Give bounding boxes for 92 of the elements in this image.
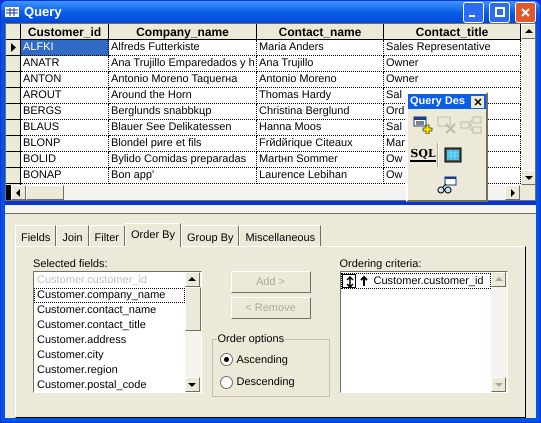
criteria-text: Customer.customer_id <box>372 274 484 289</box>
list-item[interactable]: Customer.address <box>34 333 184 348</box>
table-cross-icon <box>437 116 457 134</box>
table-cell: Alfreds Futterkiste <box>109 40 257 56</box>
sql-label: SQL <box>410 148 436 162</box>
table-cell: Hanna Moos <box>257 120 384 136</box>
row-selector[interactable] <box>6 120 21 136</box>
radio-label: Ascending <box>236 352 288 368</box>
list-item[interactable]: Customer.contact_name <box>34 303 184 318</box>
row-selector[interactable] <box>6 56 21 72</box>
row-selector[interactable] <box>6 104 21 120</box>
row-selector[interactable] <box>6 152 21 168</box>
table-cell: Blondel pиre et fils <box>109 136 257 152</box>
current-row-icon <box>10 43 16 52</box>
scrollbar-thumb[interactable] <box>26 185 64 200</box>
corner-header <box>6 24 21 40</box>
table-plus-icon <box>413 116 433 134</box>
list-label: Selected fields: <box>33 257 109 271</box>
table-cell: BOLID <box>21 152 109 168</box>
table-cell: Berglunds snabbkцp <box>109 104 257 120</box>
ordering-criteria-list[interactable]: Customer.customer_id <box>340 271 508 393</box>
table-cell: Frйdйrique Citeaux <box>257 136 384 152</box>
scroll-right-button[interactable] <box>505 185 520 200</box>
tab[interactable]: Fields <box>15 225 56 246</box>
scroll-left-button[interactable] <box>11 185 26 200</box>
table-cell: Around the Horn <box>109 88 257 104</box>
tab[interactable]: Join <box>56 225 89 246</box>
tab[interactable]: Group By <box>181 225 240 246</box>
table-cell: AROUT <box>21 88 109 104</box>
list-item[interactable]: Customer.company_name <box>34 288 184 303</box>
minimize-icon <box>469 14 475 16</box>
list-item[interactable]: Customer.customer_id <box>340 273 491 289</box>
list-item[interactable]: Customer.city <box>34 348 184 363</box>
table-cell: ANTON <box>21 72 109 88</box>
grid-icon <box>444 147 462 163</box>
table-cell: Ana Trujillo Emparedados y h <box>109 56 257 72</box>
diagram-icon <box>460 116 482 134</box>
scroll-down-button[interactable] <box>521 170 535 185</box>
list-item[interactable]: Customer.region <box>34 363 184 378</box>
table-cell: Martнn Sommer <box>257 152 384 168</box>
scrollbar-thumb[interactable] <box>184 287 200 331</box>
table-cell: BONAP <box>21 168 109 184</box>
scroll-up-button[interactable] <box>184 272 200 287</box>
grid-icon <box>5 7 19 17</box>
table-cell: ANATR <box>21 56 109 72</box>
drag-handle-icon <box>342 274 356 288</box>
table-cell: BERGS <box>21 104 109 120</box>
table-cell: Thomas Hardy <box>257 88 384 104</box>
table-cell: Antonio Moreno <box>257 72 384 88</box>
list-item[interactable]: Customer.postal_code <box>34 378 184 392</box>
table-cell: Antonio Moreno Taquerна <box>109 72 257 88</box>
row-selector[interactable] <box>6 72 21 88</box>
column-header[interactable]: Contact_title <box>384 24 521 40</box>
close-icon <box>521 8 530 16</box>
list-label: Ordering criteria: <box>340 257 422 271</box>
column-header[interactable]: Customer_id <box>21 24 109 40</box>
radio-button[interactable] <box>220 376 232 389</box>
minimize-button[interactable] <box>463 2 484 22</box>
table-cell: BLONP <box>21 136 109 152</box>
glasses-icon <box>437 176 457 194</box>
table-cell: Maria Anders <box>257 40 384 56</box>
group-label: Order options <box>216 332 286 346</box>
table-cell: Laurence Lebihan <box>257 168 384 184</box>
table-cell: Christina Berglund <box>257 104 384 120</box>
row-selector[interactable] <box>6 168 21 184</box>
tab[interactable]: Miscellaneous <box>239 225 322 246</box>
row-selector[interactable] <box>6 136 21 152</box>
radio-label: Descending <box>236 375 295 390</box>
table-cell: BLAUS <box>21 120 109 136</box>
table-cell: Blauer See Delikatessen <box>109 120 257 136</box>
scroll-down-button[interactable] <box>184 377 200 392</box>
table-cell: Ana Trujillo <box>257 56 384 72</box>
row-selector[interactable] <box>6 88 21 104</box>
up-arrow-icon <box>358 275 370 287</box>
column-header[interactable]: Contact_name <box>257 24 384 40</box>
row-selector[interactable] <box>6 40 21 56</box>
vertical-scrollbar[interactable] <box>521 24 535 185</box>
size-grip <box>520 185 535 200</box>
close-button[interactable] <box>471 96 484 108</box>
maximize-button[interactable] <box>489 2 510 22</box>
table-cell: Bуlido Comidas preparadas <box>109 152 257 168</box>
list-item[interactable]: Customer.contact_title <box>34 318 184 333</box>
window-title: Query <box>24 3 63 22</box>
maximize-icon <box>494 7 504 17</box>
column-header[interactable]: Company_name <box>109 24 257 40</box>
scroll-up-button[interactable] <box>521 24 535 39</box>
table-cell: ALFKI <box>21 40 109 56</box>
tab[interactable]: Filter <box>88 225 125 246</box>
tab[interactable]: Order By <box>124 223 181 247</box>
close-icon <box>474 98 482 106</box>
table-cell: Bon app' <box>109 168 257 184</box>
radio-button[interactable] <box>220 353 232 366</box>
